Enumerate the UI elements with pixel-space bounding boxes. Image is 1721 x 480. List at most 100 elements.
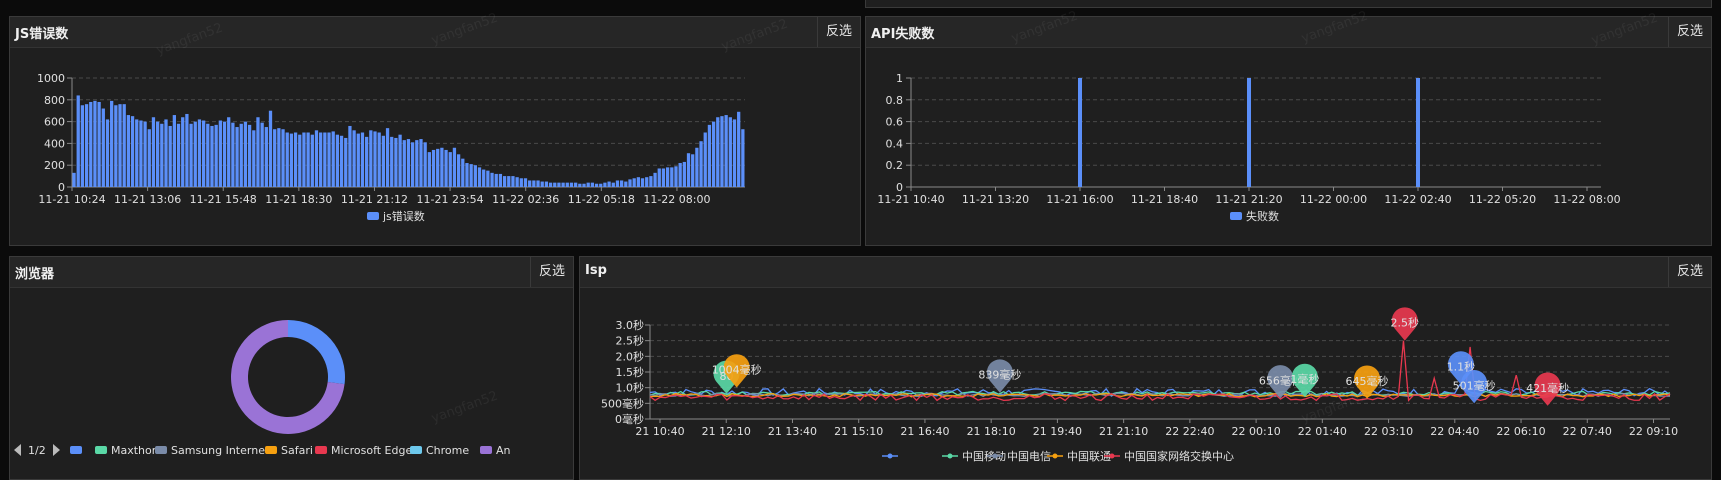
x-tick-label: 11-21 13:20 xyxy=(962,193,1029,206)
legend-label: Microsoft Edge xyxy=(331,444,412,457)
panel-header: 浏览器 反选 xyxy=(10,257,573,288)
bar xyxy=(164,119,168,187)
bar xyxy=(201,120,206,187)
bar xyxy=(160,123,164,187)
legend-label: Maxthon xyxy=(111,444,159,457)
bar xyxy=(720,116,724,187)
bar xyxy=(298,134,302,187)
x-tick-label: 21 10:40 xyxy=(635,425,684,438)
invert-button[interactable]: 反选 xyxy=(1667,17,1711,47)
api-failure-panel: API失败数 反选 0 0.2 0.4 0.6 0.8 1 11-21 10:40 11-21… xyxy=(865,16,1712,246)
bar xyxy=(494,173,498,187)
bar xyxy=(728,117,732,187)
bar xyxy=(181,117,185,187)
legend-swatch xyxy=(410,446,422,454)
bar xyxy=(615,180,620,187)
bar xyxy=(319,132,323,187)
bar xyxy=(197,119,202,187)
bar xyxy=(536,180,540,187)
bar xyxy=(737,111,741,187)
browser-chart: 1/2 Maxthon Samsung Internet Safari Microsof… xyxy=(14,320,511,457)
panel-title: API失败数 xyxy=(871,27,935,42)
bar xyxy=(227,117,231,187)
x-tick-label: 22 09:10 xyxy=(1629,425,1678,438)
marker-label: 645毫秒 xyxy=(1346,374,1389,388)
bar xyxy=(502,176,507,187)
bar xyxy=(628,179,632,187)
pie-slice xyxy=(288,320,345,385)
y-tick-label: 500毫秒 xyxy=(601,396,644,410)
bar xyxy=(486,170,490,187)
x-tick-label: 22 07:40 xyxy=(1563,425,1612,438)
bar xyxy=(548,182,553,187)
bar xyxy=(76,95,80,187)
legend-swatch xyxy=(265,446,277,454)
x-tick-label: 11-21 15:48 xyxy=(190,193,257,206)
bar xyxy=(126,115,131,187)
legend-label: Safari xyxy=(281,444,313,457)
bar xyxy=(156,121,160,187)
x-tick-label: 22 22:40 xyxy=(1165,425,1214,438)
bar xyxy=(569,182,574,187)
bar xyxy=(72,172,76,187)
bar xyxy=(89,101,93,187)
legend-swatch xyxy=(367,212,379,220)
bar xyxy=(151,117,156,187)
bar xyxy=(277,128,281,187)
x-tick-label: 22 03:10 xyxy=(1364,425,1413,438)
marker-label: 2.5秒 xyxy=(1391,316,1420,330)
bar xyxy=(323,132,327,187)
bar xyxy=(469,164,473,187)
bar xyxy=(419,139,423,187)
bar xyxy=(394,137,398,187)
y-tick-label: 1.0秒 xyxy=(616,381,645,395)
invert-button[interactable]: 反选 xyxy=(1667,257,1711,287)
bar xyxy=(436,148,440,187)
bar xyxy=(110,100,114,187)
bar xyxy=(582,183,586,187)
bar xyxy=(93,100,97,187)
bar xyxy=(101,108,105,187)
bar xyxy=(482,169,486,187)
bar xyxy=(285,132,289,187)
bar xyxy=(352,130,356,187)
x-tick-label: 11-22 08:00 xyxy=(643,193,710,206)
bar xyxy=(498,173,503,187)
bar xyxy=(523,178,528,187)
bar xyxy=(1416,78,1420,187)
browser-panel: 浏览器 反选 1/2 Maxthon Samsung Internet Safari M… xyxy=(9,256,574,480)
legend-label: 中国国家网络交换中心 xyxy=(1124,449,1234,463)
bar xyxy=(360,132,365,187)
bar xyxy=(544,181,549,187)
y-tick-label: 3.0秒 xyxy=(616,318,645,332)
invert-button[interactable]: 反选 xyxy=(816,17,860,47)
y-tick-label: 1000 xyxy=(37,72,65,85)
legend-dot xyxy=(887,453,893,459)
bar xyxy=(540,181,544,187)
bar xyxy=(335,134,340,187)
bar xyxy=(611,182,615,187)
prev-page-icon xyxy=(14,444,21,456)
bar xyxy=(686,153,691,187)
bar xyxy=(206,123,210,187)
legend-dot xyxy=(1052,453,1058,459)
y-tick-label: 2.5秒 xyxy=(616,334,645,348)
y-tick-label: 400 xyxy=(44,137,65,150)
bar xyxy=(193,121,197,187)
legend-dot xyxy=(1109,453,1115,459)
bar xyxy=(218,120,222,187)
bar xyxy=(653,172,657,187)
x-tick-label: 11-22 05:18 xyxy=(568,193,635,206)
bar xyxy=(741,129,745,187)
bar xyxy=(574,182,578,187)
x-tick-label: 11-22 05:20 xyxy=(1469,193,1536,206)
bar xyxy=(528,180,532,187)
y-tick-label: 0毫秒 xyxy=(615,412,644,426)
invert-button[interactable]: 反选 xyxy=(529,257,573,287)
x-tick-label: 21 15:10 xyxy=(834,425,883,438)
bar xyxy=(695,147,699,187)
bar xyxy=(674,166,678,187)
bar xyxy=(214,124,218,187)
x-tick-label: 11-21 23:54 xyxy=(417,193,484,206)
bar xyxy=(264,127,268,187)
